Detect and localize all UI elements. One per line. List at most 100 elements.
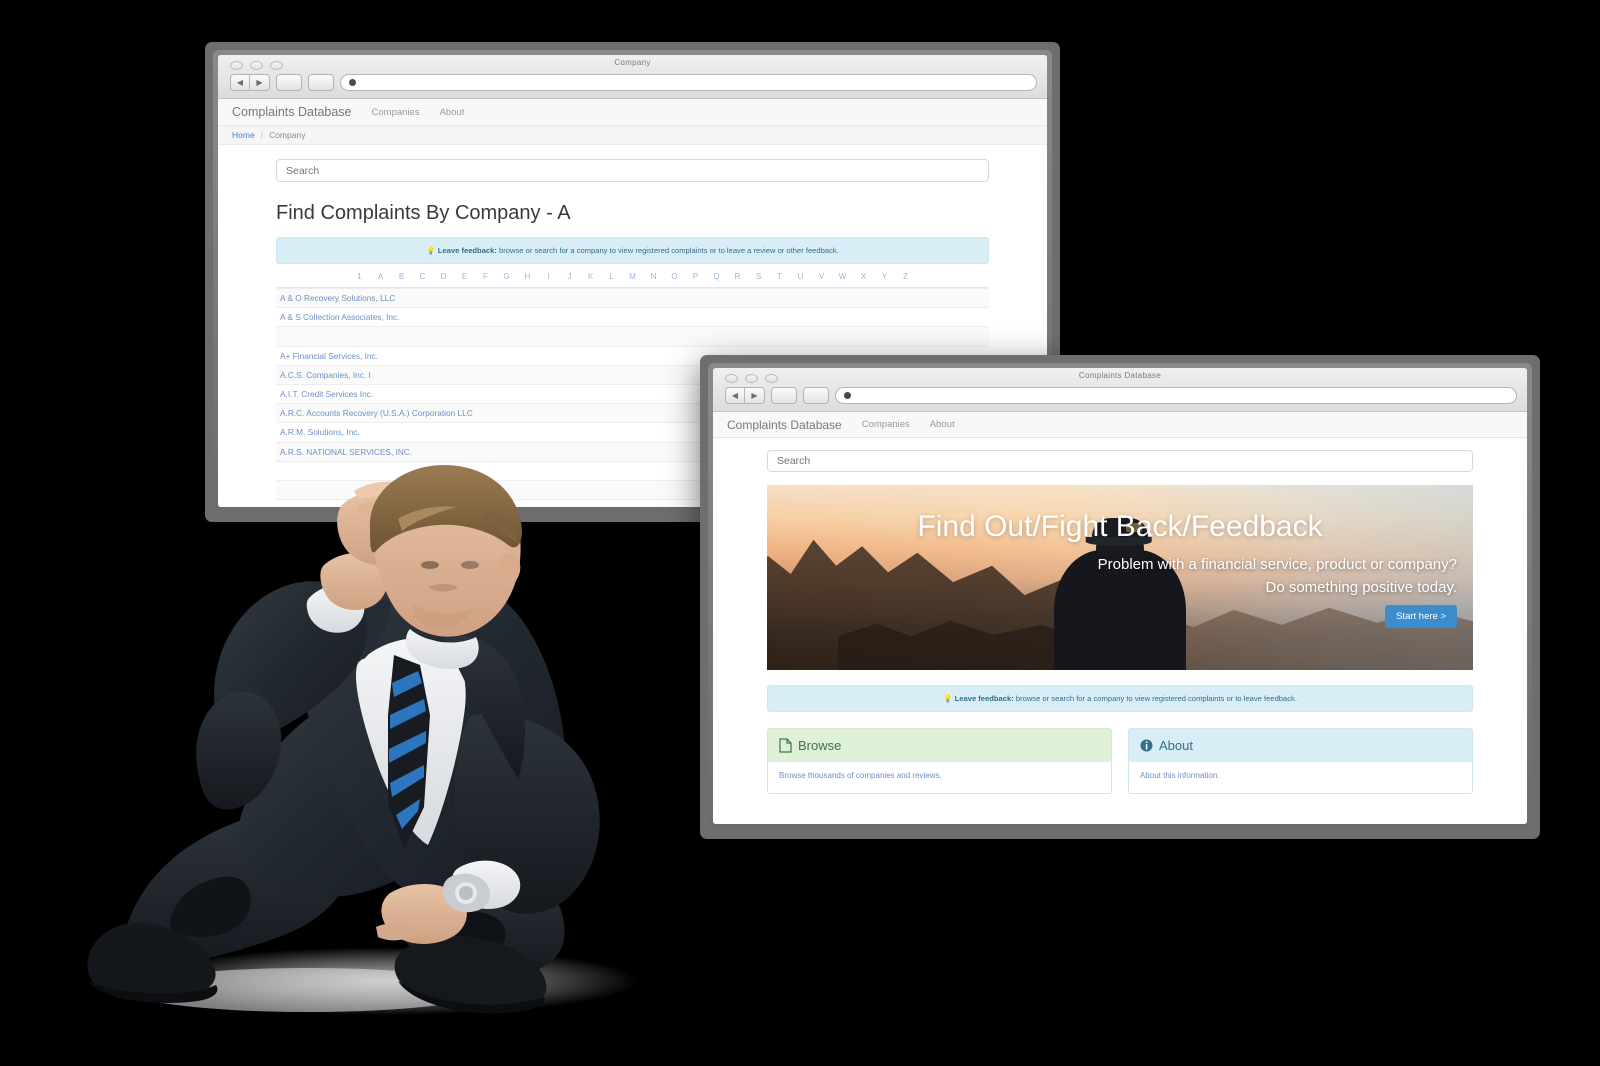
alphabet-nav[interactable]: 1ABCDEFGHIJKLMNOPQRSTUVWXYZ xyxy=(276,264,989,288)
breadcrumb-current: Company xyxy=(269,130,306,140)
lightbulb-icon: 💡 xyxy=(943,694,953,703)
alpha-nav-item-e[interactable]: E xyxy=(454,272,475,281)
alpha-nav-item-j[interactable]: J xyxy=(559,272,580,281)
feedback-alert: 💡 Leave feedback: browse or search for a… xyxy=(767,685,1473,712)
hero-banner: Find Out/Fight Back/Feedback Problem wit… xyxy=(767,485,1473,670)
globe-icon xyxy=(349,79,356,86)
company-link[interactable]: A+ Financial Services, Inc. xyxy=(280,351,378,361)
company-link[interactable]: A.I.T. Credit Services Inc. xyxy=(280,389,373,399)
search-container xyxy=(276,145,989,182)
toolbar-button-2[interactable] xyxy=(308,74,334,91)
alpha-nav-item-i[interactable]: I xyxy=(538,272,559,281)
page-title: Find Complaints By Company - A xyxy=(276,202,571,224)
company-row[interactable]: A & O Recovery Solutions, LLC xyxy=(276,289,989,309)
site-brand[interactable]: Complaints Database xyxy=(727,418,842,432)
hero-text-block: Find Out/Fight Back/Feedback Problem wit… xyxy=(767,485,1473,670)
toolbar-button-1[interactable] xyxy=(771,387,797,404)
hero-subline-2: Do something positive today. xyxy=(1265,578,1458,596)
company-row[interactable] xyxy=(276,327,989,347)
site-navbar: Complaints Database Companies About xyxy=(218,99,1047,126)
back-arrow-icon[interactable]: ◀ xyxy=(231,75,250,90)
panel-about-body: About this information. xyxy=(1129,762,1472,793)
titlebar: Complaints Database ◀ ▶ xyxy=(713,368,1527,412)
alpha-nav-item-z[interactable]: Z xyxy=(895,272,916,281)
site-navbar: Complaints Database Companies About xyxy=(713,412,1527,438)
nav-link-about[interactable]: About xyxy=(930,419,955,430)
alpha-nav-item-v[interactable]: V xyxy=(811,272,832,281)
alpha-nav-item-b[interactable]: B xyxy=(391,272,412,281)
window-title: Complaints Database xyxy=(1078,371,1162,380)
company-link[interactable]: A & S Collection Associates, Inc. xyxy=(280,312,399,322)
alpha-nav-item-g[interactable]: G xyxy=(496,272,517,281)
info-circle-icon xyxy=(1140,739,1153,752)
nav-link-about[interactable]: About xyxy=(440,107,465,118)
breadcrumb-separator: / xyxy=(260,130,264,140)
nav-buttons[interactable]: ◀ ▶ xyxy=(725,387,765,404)
alpha-nav-item-k[interactable]: K xyxy=(580,272,601,281)
hero-headline: Find Out/Fight Back/Feedback xyxy=(917,509,1323,543)
browser-window-homepage[interactable]: Complaints Database ◀ ▶ Complaints Datab… xyxy=(700,355,1540,839)
feedback-alert-text: browse or search for a company to view r… xyxy=(496,246,839,255)
alpha-nav-item-w[interactable]: W xyxy=(832,272,853,281)
toolbar-button-2[interactable] xyxy=(803,387,829,404)
panel-about[interactable]: About About this information. xyxy=(1128,728,1473,794)
alpha-nav-item-n[interactable]: N xyxy=(643,272,664,281)
alpha-nav-item-d[interactable]: D xyxy=(433,272,454,281)
file-icon xyxy=(779,738,792,753)
panel-browse-link[interactable]: Browse thousands of companies and review… xyxy=(779,771,942,780)
company-row[interactable]: A & S Collection Associates, Inc. xyxy=(276,308,989,328)
alpha-nav-item-f[interactable]: F xyxy=(475,272,496,281)
hero-cta-container: Start here > xyxy=(783,604,1457,628)
alpha-nav-item-q[interactable]: Q xyxy=(706,272,727,281)
breadcrumb: Home / Company xyxy=(218,126,1047,145)
alpha-nav-item-c[interactable]: C xyxy=(412,272,433,281)
alpha-nav-item-x[interactable]: X xyxy=(853,272,874,281)
alpha-nav-item-s[interactable]: S xyxy=(748,272,769,281)
toolbar-button-1[interactable] xyxy=(276,74,302,91)
nav-buttons[interactable]: ◀ ▶ xyxy=(230,74,270,91)
breadcrumb-home[interactable]: Home xyxy=(232,130,255,140)
feedback-alert: 💡 Leave feedback: browse or search for a… xyxy=(276,237,989,264)
address-bar[interactable] xyxy=(340,74,1037,91)
alpha-nav-item-1[interactable]: 1 xyxy=(349,272,370,281)
globe-icon xyxy=(844,392,851,399)
alpha-nav-item-m[interactable]: M xyxy=(622,272,643,281)
frustrated-businessman-photo xyxy=(58,415,678,1035)
alpha-nav-item-r[interactable]: R xyxy=(727,272,748,281)
panel-browse-body: Browse thousands of companies and review… xyxy=(768,762,1111,793)
search-input[interactable] xyxy=(276,159,989,182)
company-link[interactable]: A & O Recovery Solutions, LLC xyxy=(280,293,395,303)
company-link[interactable]: A.C.S. Companies, Inc. I xyxy=(280,370,371,380)
alpha-nav-item-p[interactable]: P xyxy=(685,272,706,281)
address-bar[interactable] xyxy=(835,387,1517,404)
page-viewport: Complaints Database Companies About Sear… xyxy=(713,412,1527,824)
hero-subline-1: Problem with a financial service, produc… xyxy=(1097,555,1457,573)
alpha-nav-item-u[interactable]: U xyxy=(790,272,811,281)
start-here-button[interactable]: Start here > xyxy=(1385,604,1457,628)
lightbulb-icon: 💡 xyxy=(426,246,436,255)
panel-about-header: About xyxy=(1129,729,1472,762)
alpha-nav-item-o[interactable]: O xyxy=(664,272,685,281)
panel-browse-title: Browse xyxy=(798,738,842,753)
alpha-nav-item-h[interactable]: H xyxy=(517,272,538,281)
site-brand[interactable]: Complaints Database xyxy=(232,105,352,119)
alpha-nav-item-l[interactable]: L xyxy=(601,272,622,281)
back-arrow-icon[interactable]: ◀ xyxy=(726,388,745,403)
nav-link-companies[interactable]: Companies xyxy=(372,107,420,118)
alpha-nav-item-a[interactable]: A xyxy=(370,272,391,281)
titlebar: Company ◀ ▶ xyxy=(218,55,1047,99)
panel-about-link[interactable]: About this information. xyxy=(1140,771,1220,780)
panel-browse[interactable]: Browse Browse thousands of companies and… xyxy=(767,728,1112,794)
search-container xyxy=(767,438,1473,472)
forward-arrow-icon[interactable]: ▶ xyxy=(745,388,764,403)
window-title: Company xyxy=(614,58,651,67)
forward-arrow-icon[interactable]: ▶ xyxy=(250,75,269,90)
browser-toolbar: ◀ ▶ xyxy=(230,74,1037,91)
nav-link-companies[interactable]: Companies xyxy=(862,419,910,430)
search-input[interactable] xyxy=(767,450,1473,472)
browser-toolbar: ◀ ▶ xyxy=(725,387,1517,404)
feedback-alert-label: Leave feedback: xyxy=(954,694,1014,703)
alpha-nav-item-y[interactable]: Y xyxy=(874,272,895,281)
page-content: Find Out/Fight Back/Feedback Problem wit… xyxy=(713,438,1527,794)
alpha-nav-item-t[interactable]: T xyxy=(769,272,790,281)
